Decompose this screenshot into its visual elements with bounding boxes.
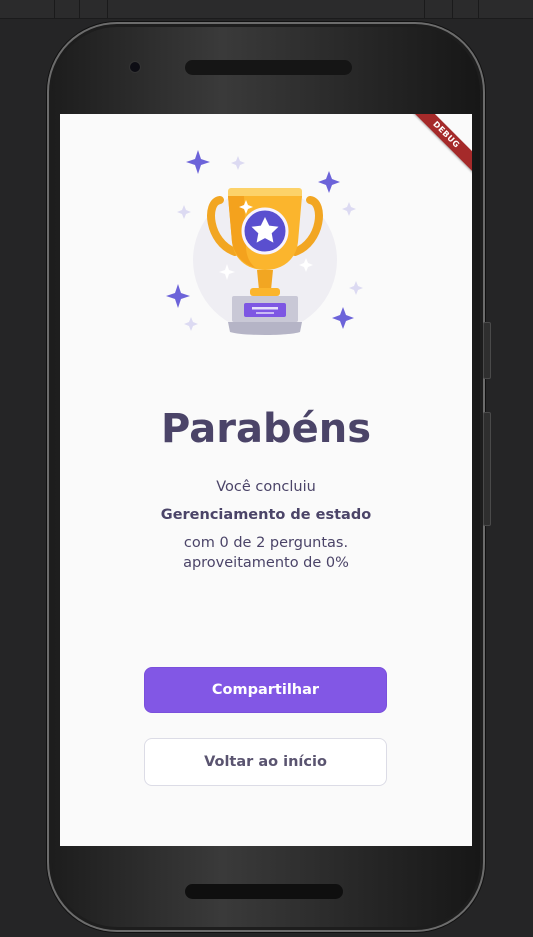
- power-button[interactable]: [483, 322, 491, 379]
- quiz-name: Gerenciamento de estado: [160, 507, 372, 523]
- sparkle-icon: [177, 205, 191, 219]
- toolbar-divider: [54, 0, 55, 18]
- sparkle-icon: [349, 281, 363, 295]
- sparkle-icon: [166, 284, 190, 308]
- score-text: com 0 de 2 perguntas.: [183, 535, 349, 551]
- volume-button[interactable]: [483, 412, 491, 526]
- toolbar-divider: [79, 0, 80, 18]
- toolbar-divider: [424, 0, 425, 18]
- debug-banner: DEBUG: [398, 114, 472, 183]
- performance-text: aproveitamento de 0%: [183, 555, 349, 571]
- sparkle-icon: [186, 150, 210, 174]
- earpiece-speaker: [185, 60, 352, 75]
- bottom-speaker: [185, 884, 343, 899]
- completed-label: Você concluiu: [216, 479, 316, 495]
- sparkle-icon: [318, 171, 340, 193]
- sparkle-icon: [332, 307, 354, 329]
- result-screen: DEBUG Parabéns Você concluiu Gerenciamen…: [60, 114, 472, 846]
- sparkle-icon: [184, 317, 198, 331]
- sparkle-icon: [342, 202, 356, 216]
- toolbar-divider: [478, 0, 479, 18]
- trophy-icon: [166, 150, 363, 335]
- toolbar-divider: [107, 0, 108, 18]
- sparkle-icon: [231, 156, 245, 170]
- share-button[interactable]: Compartilhar: [144, 667, 387, 713]
- emulator-toolbar: [0, 0, 533, 19]
- back-home-button[interactable]: Voltar ao início: [144, 738, 387, 786]
- toolbar-divider: [452, 0, 453, 18]
- page-title: Parabéns: [161, 406, 371, 452]
- front-camera: [130, 62, 140, 72]
